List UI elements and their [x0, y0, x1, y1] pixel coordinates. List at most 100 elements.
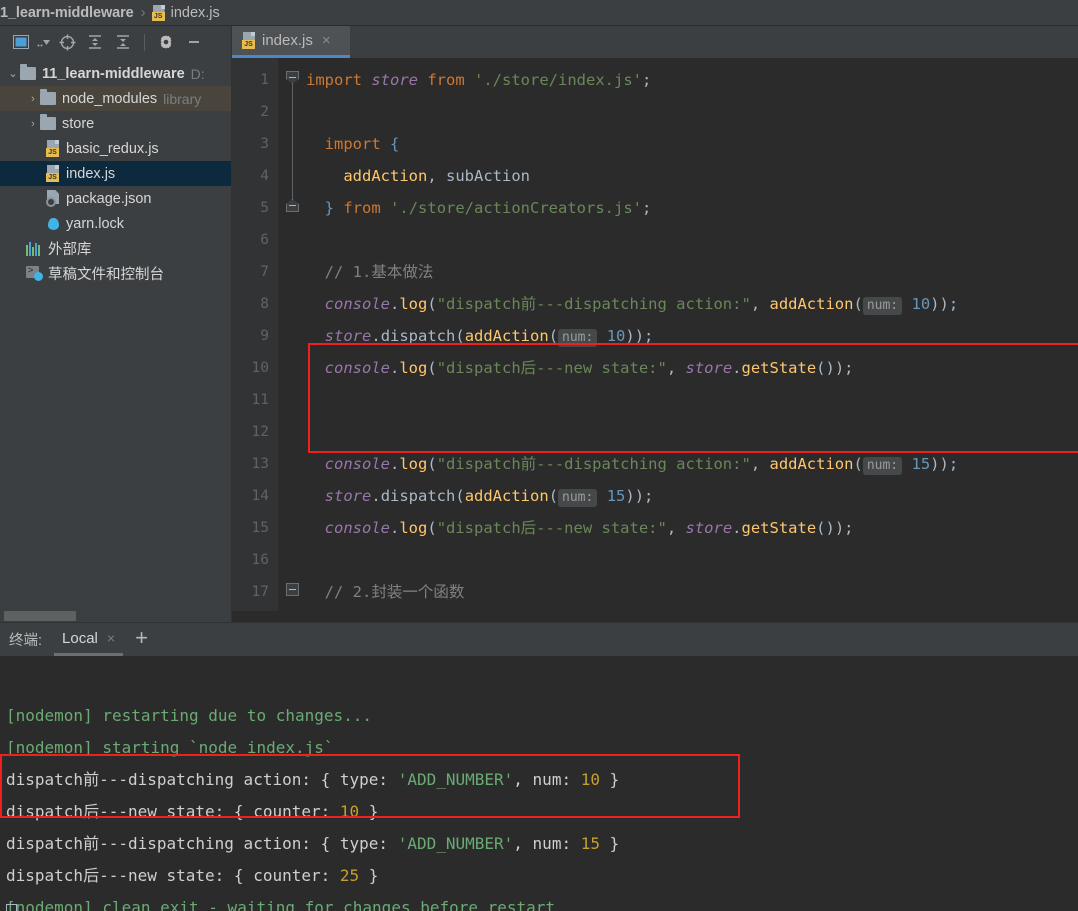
code-token: log	[399, 519, 428, 537]
tree-item-node_modules[interactable]: › node_modules library	[0, 86, 231, 111]
code-text[interactable]: import store from './store/index.js'; im…	[300, 58, 1078, 611]
expand-all-icon[interactable]	[82, 29, 108, 55]
tab-index-js[interactable]: JS index.js ×	[232, 26, 350, 58]
terminal-token: }	[599, 834, 620, 853]
code-token: subAction	[446, 167, 530, 185]
code-line[interactable]: console.log("dispatch前---dispatching act…	[300, 288, 1078, 320]
terminal-token: dispatch后---new state: { counter:	[6, 866, 340, 885]
close-icon[interactable]: ×	[107, 630, 115, 646]
tree-item-basic_redux-js[interactable]: JS basic_redux.js	[0, 136, 231, 161]
code-token: addAction	[769, 455, 854, 473]
select-opened-file-icon[interactable]	[8, 29, 34, 55]
terminal-header: 终端: Local × +	[0, 623, 1078, 656]
code-line[interactable]: // 2.封装一个函数	[300, 576, 1078, 608]
tree-item-package-json[interactable]: package.json	[0, 186, 231, 211]
code-token: store	[685, 519, 733, 537]
line-number: 6	[260, 232, 269, 248]
tree-item-label: 外部库	[48, 242, 92, 258]
line-number: 8	[260, 296, 269, 312]
code-token: }	[324, 199, 335, 217]
breadcrumb-project[interactable]: 1_learn-middleware	[0, 5, 134, 21]
add-terminal-icon[interactable]: +	[135, 627, 148, 652]
tree-item-store[interactable]: › store	[0, 111, 231, 136]
fold-marker-open-icon[interactable]	[286, 583, 299, 596]
js-file-icon: JS	[46, 140, 61, 157]
code-token: getState	[741, 519, 817, 537]
code-line[interactable]: console.log("dispatch后---new state:", st…	[300, 512, 1078, 544]
terminal-tab-label: Local	[62, 629, 98, 647]
line-number: 10	[251, 360, 269, 376]
fold-marker-open-icon[interactable]	[286, 71, 299, 84]
chevron-right-icon[interactable]: ›	[26, 118, 40, 130]
code-token: console	[324, 359, 390, 377]
code-token: store	[685, 359, 733, 377]
code-line[interactable]: // 1.基本做法	[300, 256, 1078, 288]
code-token: log	[399, 359, 428, 377]
code-token: ());	[816, 519, 854, 537]
project-horizontal-scrollbar[interactable]	[0, 608, 231, 622]
code-line[interactable]: store.dispatch(addAction(num: 10));	[300, 320, 1078, 352]
code-token: (	[455, 487, 465, 505]
code-token: // 1.基本做法	[324, 263, 434, 281]
code-line[interactable]	[300, 96, 1078, 128]
code-token: ));	[930, 455, 959, 473]
code-token: console	[324, 519, 390, 537]
code-line[interactable]	[300, 544, 1078, 576]
code-line[interactable]	[300, 384, 1078, 416]
code-line[interactable]: addAction, subAction	[300, 160, 1078, 192]
hide-panel-icon[interactable]	[181, 29, 207, 55]
code-folding-gutter[interactable]	[278, 58, 300, 611]
breadcrumb-file[interactable]: index.js	[171, 5, 220, 21]
tree-item-yarn-lock[interactable]: yarn.lock	[0, 211, 231, 236]
code-line[interactable]	[300, 416, 1078, 448]
terminal-tab-local[interactable]: Local ×	[54, 623, 124, 656]
terminal-output[interactable]: [nodemon] restarting due to changes... [n…	[0, 656, 1078, 911]
code-line[interactable]: store.dispatch(addAction(num: 15));	[300, 480, 1078, 512]
code-token: .	[390, 455, 400, 473]
dropdown-arrow-icon[interactable]	[36, 29, 52, 55]
code-token: (	[548, 327, 559, 345]
line-number: 1	[260, 72, 269, 88]
terminal-token: , num:	[513, 834, 581, 853]
collapse-all-icon[interactable]	[110, 29, 136, 55]
code-line[interactable]: import {	[300, 128, 1078, 160]
tree-item-11_learn-middleware[interactable]: ⌄ 11_learn-middleware D:	[0, 61, 231, 86]
chevron-right-icon[interactable]: ›	[26, 93, 40, 105]
close-icon[interactable]: ×	[322, 32, 331, 49]
code-line[interactable]: } from './store/actionCreators.js';	[300, 192, 1078, 224]
code-line[interactable]	[300, 224, 1078, 256]
chevron-down-icon[interactable]: ⌄	[6, 67, 20, 80]
fold-marker-close-icon[interactable]	[286, 199, 299, 212]
code-line[interactable]: console.log("dispatch前---dispatching act…	[300, 448, 1078, 480]
terminal-token: [nodemon] clean exit - waiting for chang…	[6, 898, 556, 911]
yarn-file-icon	[46, 216, 61, 232]
code-line[interactable]: import store from './store/index.js';	[300, 64, 1078, 96]
scrollbar-thumb[interactable]	[4, 611, 76, 621]
tree-item-external-libraries[interactable]: 外部库	[0, 236, 231, 261]
file-tree[interactable]: ⌄ 11_learn-middleware D: › node_modules …	[0, 58, 231, 608]
tree-item-label: package.json	[66, 190, 152, 207]
code-editor[interactable]: 1 2 3 4 5 6 7 8 9 10 11 12 13 14 15 16 1…	[232, 58, 1078, 611]
code-token: console	[324, 455, 390, 473]
terminal-token: [nodemon] starting `node index.js`	[6, 738, 334, 757]
code-line[interactable]: console.log("dispatch后---new state:", st…	[300, 352, 1078, 384]
tree-item-label: index.js	[66, 165, 116, 182]
terminal-token: 15	[580, 834, 600, 853]
code-token: addAction	[343, 167, 428, 185]
scroll-from-source-icon[interactable]	[54, 29, 80, 55]
code-token: addAction	[769, 295, 854, 313]
code-token: store	[371, 71, 418, 89]
code-token: "dispatch前---dispatching action:"	[436, 295, 751, 313]
folder-icon	[40, 89, 56, 105]
code-token: .	[371, 327, 381, 345]
settings-gear-icon[interactable]	[153, 29, 179, 55]
code-token: 10	[911, 295, 931, 313]
editor-horizontal-scrollbar[interactable]	[232, 611, 1078, 622]
tree-item-scratches-and-consoles[interactable]: 草稿文件和控制台	[0, 261, 231, 286]
tree-item-index-js[interactable]: JS index.js	[0, 161, 231, 186]
